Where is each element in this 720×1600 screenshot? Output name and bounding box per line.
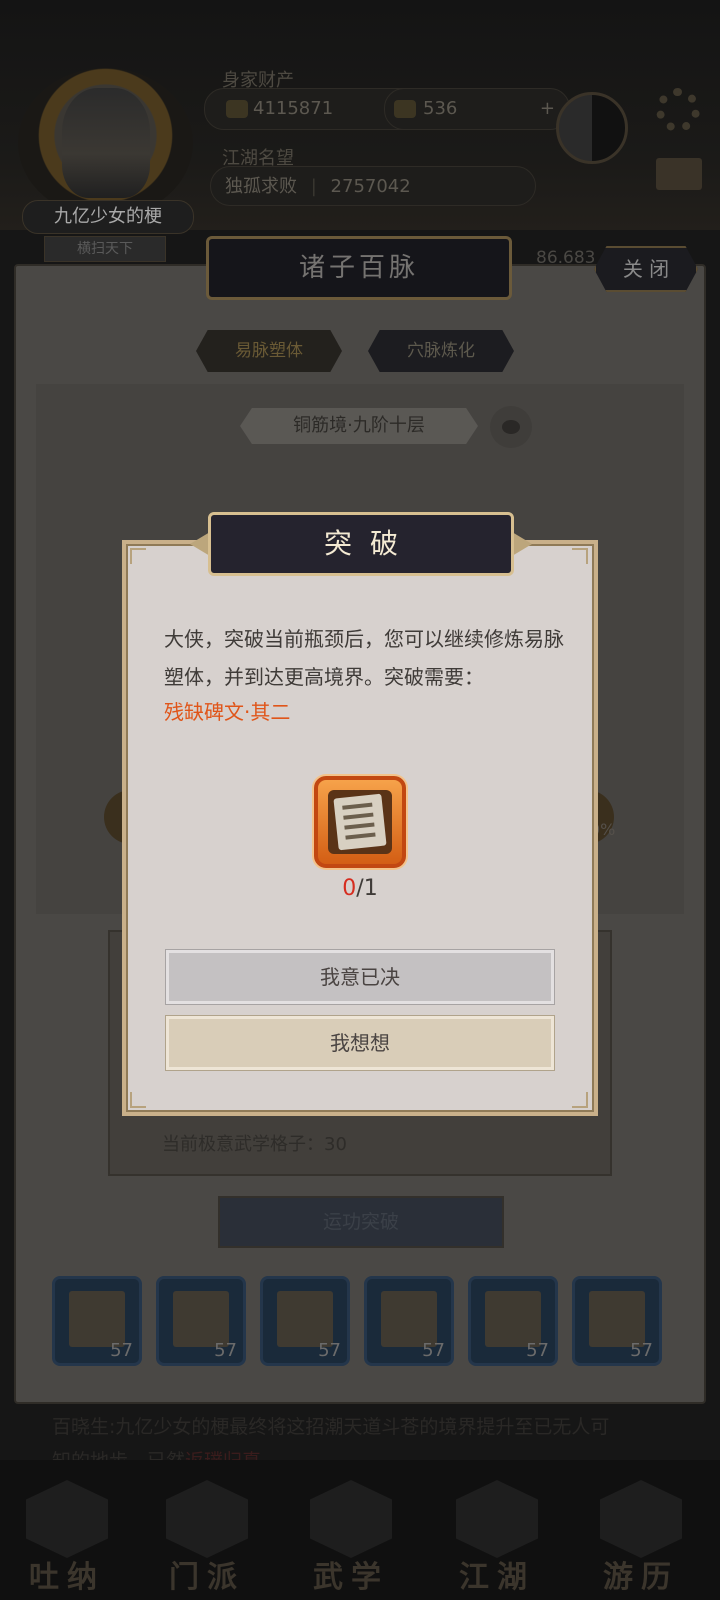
scroll-icon [277,1291,333,1347]
scroll-icon [485,1291,541,1347]
scroll-count: 57 [318,1340,341,1361]
tab-acupoint-refining[interactable]: 穴脉炼化 [368,330,514,372]
scroll-count: 57 [526,1340,549,1361]
jianghu-icon [456,1480,538,1558]
nav-label: 江湖 [459,1560,535,1595]
skill-grid-count: 当前极意武学格子：30 [162,1134,347,1155]
item-needed: /1 [356,876,378,901]
scroll-slot[interactable]: 57 [468,1276,558,1366]
dialog-message: 大侠，突破当前瓶颈后，您可以继续修炼易脉塑体，并到达更高境界。突破需要： [164,627,564,689]
corner-ornament [572,548,588,564]
nav-label: 游历 [603,1560,679,1595]
corner-ornament [572,1092,588,1108]
player-name: 九亿少女的梗 [22,200,194,234]
news-line-1: 百晓生:九亿少女的梗最终将这招潮天道斗苍的境界提升至已无人可 [52,1416,610,1438]
gear-icon[interactable] [656,88,700,132]
eye-icon[interactable] [490,406,532,448]
stele-stone [333,793,387,851]
nav-item-breathing[interactable]: 吐纳 [12,1480,122,1595]
yinyang-icon[interactable] [556,92,628,164]
scroll-count: 57 [214,1340,237,1361]
scroll-slot[interactable]: 57 [156,1276,246,1366]
nav-item-sect[interactable]: 门派 [152,1480,262,1595]
required-item-slot[interactable] [314,776,406,868]
nav-label: 门派 [169,1560,245,1595]
required-item-count: 0/1 [314,876,406,901]
jade-icon [394,100,416,118]
scroll-count: 57 [630,1340,653,1361]
travel-icon [600,1480,682,1558]
martial-arts-icon [310,1480,392,1558]
scroll-count: 57 [110,1340,133,1361]
avatar[interactable] [62,88,150,198]
dialog-title: 突破 [323,527,416,560]
stele-fragment-icon [328,790,392,854]
item-owned: 0 [342,876,357,901]
scroll-count: 57 [422,1340,445,1361]
jade-amount: 536 [423,98,458,119]
scroll-icon [381,1291,437,1347]
add-jade-icon[interactable]: + [540,89,555,129]
fame-name: 独孤求败 [225,176,297,197]
corner-number: 86.683 [536,248,596,268]
scroll-slot[interactable]: 57 [572,1276,662,1366]
corner-ornament [130,1092,146,1108]
nav-item-jianghu[interactable]: 江湖 [442,1480,552,1595]
gold-ingot-icon [226,100,248,118]
realm-label: 铜筋境·九阶十层 [240,408,478,444]
required-item-name: 残缺碑文·其二 [164,700,291,724]
scroll-icon [589,1291,645,1347]
sect-icon [166,1480,248,1558]
corner-ornament [130,548,146,564]
nav-item-martial-arts[interactable]: 武学 [296,1480,406,1595]
mail-icon[interactable] [656,158,702,190]
close-button[interactable]: 关 闭 [594,246,698,292]
gold-amount: 4115871 [253,98,334,119]
scroll-icon [173,1291,229,1347]
scroll-slot[interactable]: 57 [260,1276,350,1366]
confirm-button[interactable]: 我意已决 [166,950,554,1004]
player-title-badge: 横扫天下 [44,236,166,262]
scroll-slot[interactable]: 57 [52,1276,142,1366]
cancel-button[interactable]: 我想想 [166,1016,554,1070]
panel-title: 诸子百脉 [206,236,512,300]
nav-item-travel[interactable]: 游历 [586,1480,696,1595]
tab-body-tempering[interactable]: 易脉塑体 [196,330,342,372]
fame-divider: | [310,176,317,197]
breathing-icon [26,1480,108,1558]
scroll-icon [69,1291,125,1347]
practice-breakthrough-button[interactable]: 运功突破 [218,1196,504,1248]
nav-label: 吐纳 [29,1560,105,1595]
nav-label: 武学 [313,1560,389,1595]
fame-value: 2757042 [330,176,411,197]
scroll-slot[interactable]: 57 [364,1276,454,1366]
fame-display: 独孤求败 | 2757042 [210,166,536,206]
